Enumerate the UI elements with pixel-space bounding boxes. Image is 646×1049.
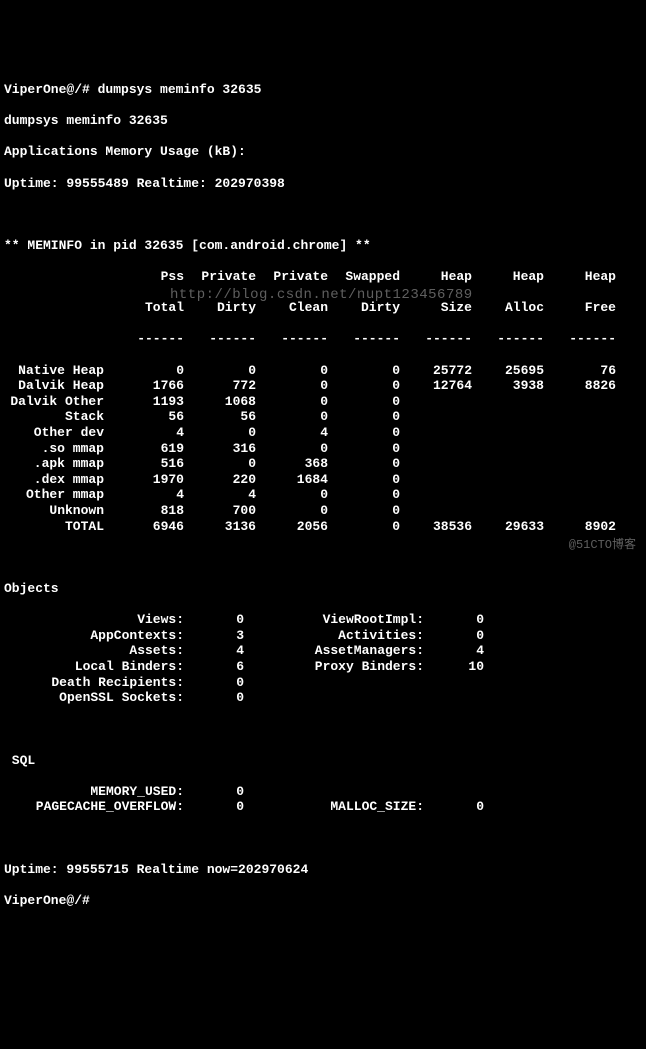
meminfo-header: ** MEMINFO in pid 32635 [com.android.chr…: [4, 238, 642, 254]
object-row: OpenSSL Sockets:0: [4, 690, 642, 706]
table-row: Dalvik Heap1766772001276439388826: [4, 378, 642, 394]
sql-header: SQL: [4, 753, 642, 769]
objects-header: Objects: [4, 581, 642, 597]
table-header-1: PssPrivatePrivateSwappedHeapHeapHeap: [4, 269, 642, 285]
sql-row: MEMORY_USED:0: [4, 784, 642, 800]
echo-line: dumpsys meminfo 32635: [4, 113, 642, 129]
app-header: Applications Memory Usage (kB):: [4, 144, 642, 160]
uptime-line: Uptime: 99555489 Realtime: 202970398: [4, 176, 642, 192]
terminal-output: ViperOne@/# dumpsys meminfo 32635 dumpsy…: [4, 66, 642, 924]
sql-row: PAGECACHE_OVERFLOW:0MALLOC_SIZE:0: [4, 799, 642, 815]
table-row: .so mmap61931600: [4, 441, 642, 457]
table-row: Native Heap0000257722569576: [4, 363, 642, 379]
table-row: .dex mmap197022016840: [4, 472, 642, 488]
table-header-2: TotalDirtyCleanDirtySizeAllocFree: [4, 300, 642, 316]
uptime-line-2: Uptime: 99555715 Realtime now=202970624: [4, 862, 642, 878]
prompt-line[interactable]: ViperOne@/# dumpsys meminfo 32635: [4, 82, 642, 98]
table-row: Other dev4040: [4, 425, 642, 441]
object-row: Views:0ViewRootImpl:0: [4, 612, 642, 628]
table-row: TOTAL694631362056038536296338902: [4, 519, 642, 535]
table-row: Stack565600: [4, 409, 642, 425]
object-row: Death Recipients:0: [4, 675, 642, 691]
prompt-line-2[interactable]: ViperOne@/#: [4, 893, 642, 909]
object-row: Local Binders:6Proxy Binders:10: [4, 659, 642, 675]
object-row: AppContexts:3Activities:0: [4, 628, 642, 644]
table-divider: ----------------------------------------…: [4, 331, 642, 347]
table-row: .apk mmap51603680: [4, 456, 642, 472]
table-row: Unknown81870000: [4, 503, 642, 519]
table-row: Dalvik Other1193106800: [4, 394, 642, 410]
table-row: Other mmap4400: [4, 487, 642, 503]
object-row: Assets:4AssetManagers:4: [4, 643, 642, 659]
